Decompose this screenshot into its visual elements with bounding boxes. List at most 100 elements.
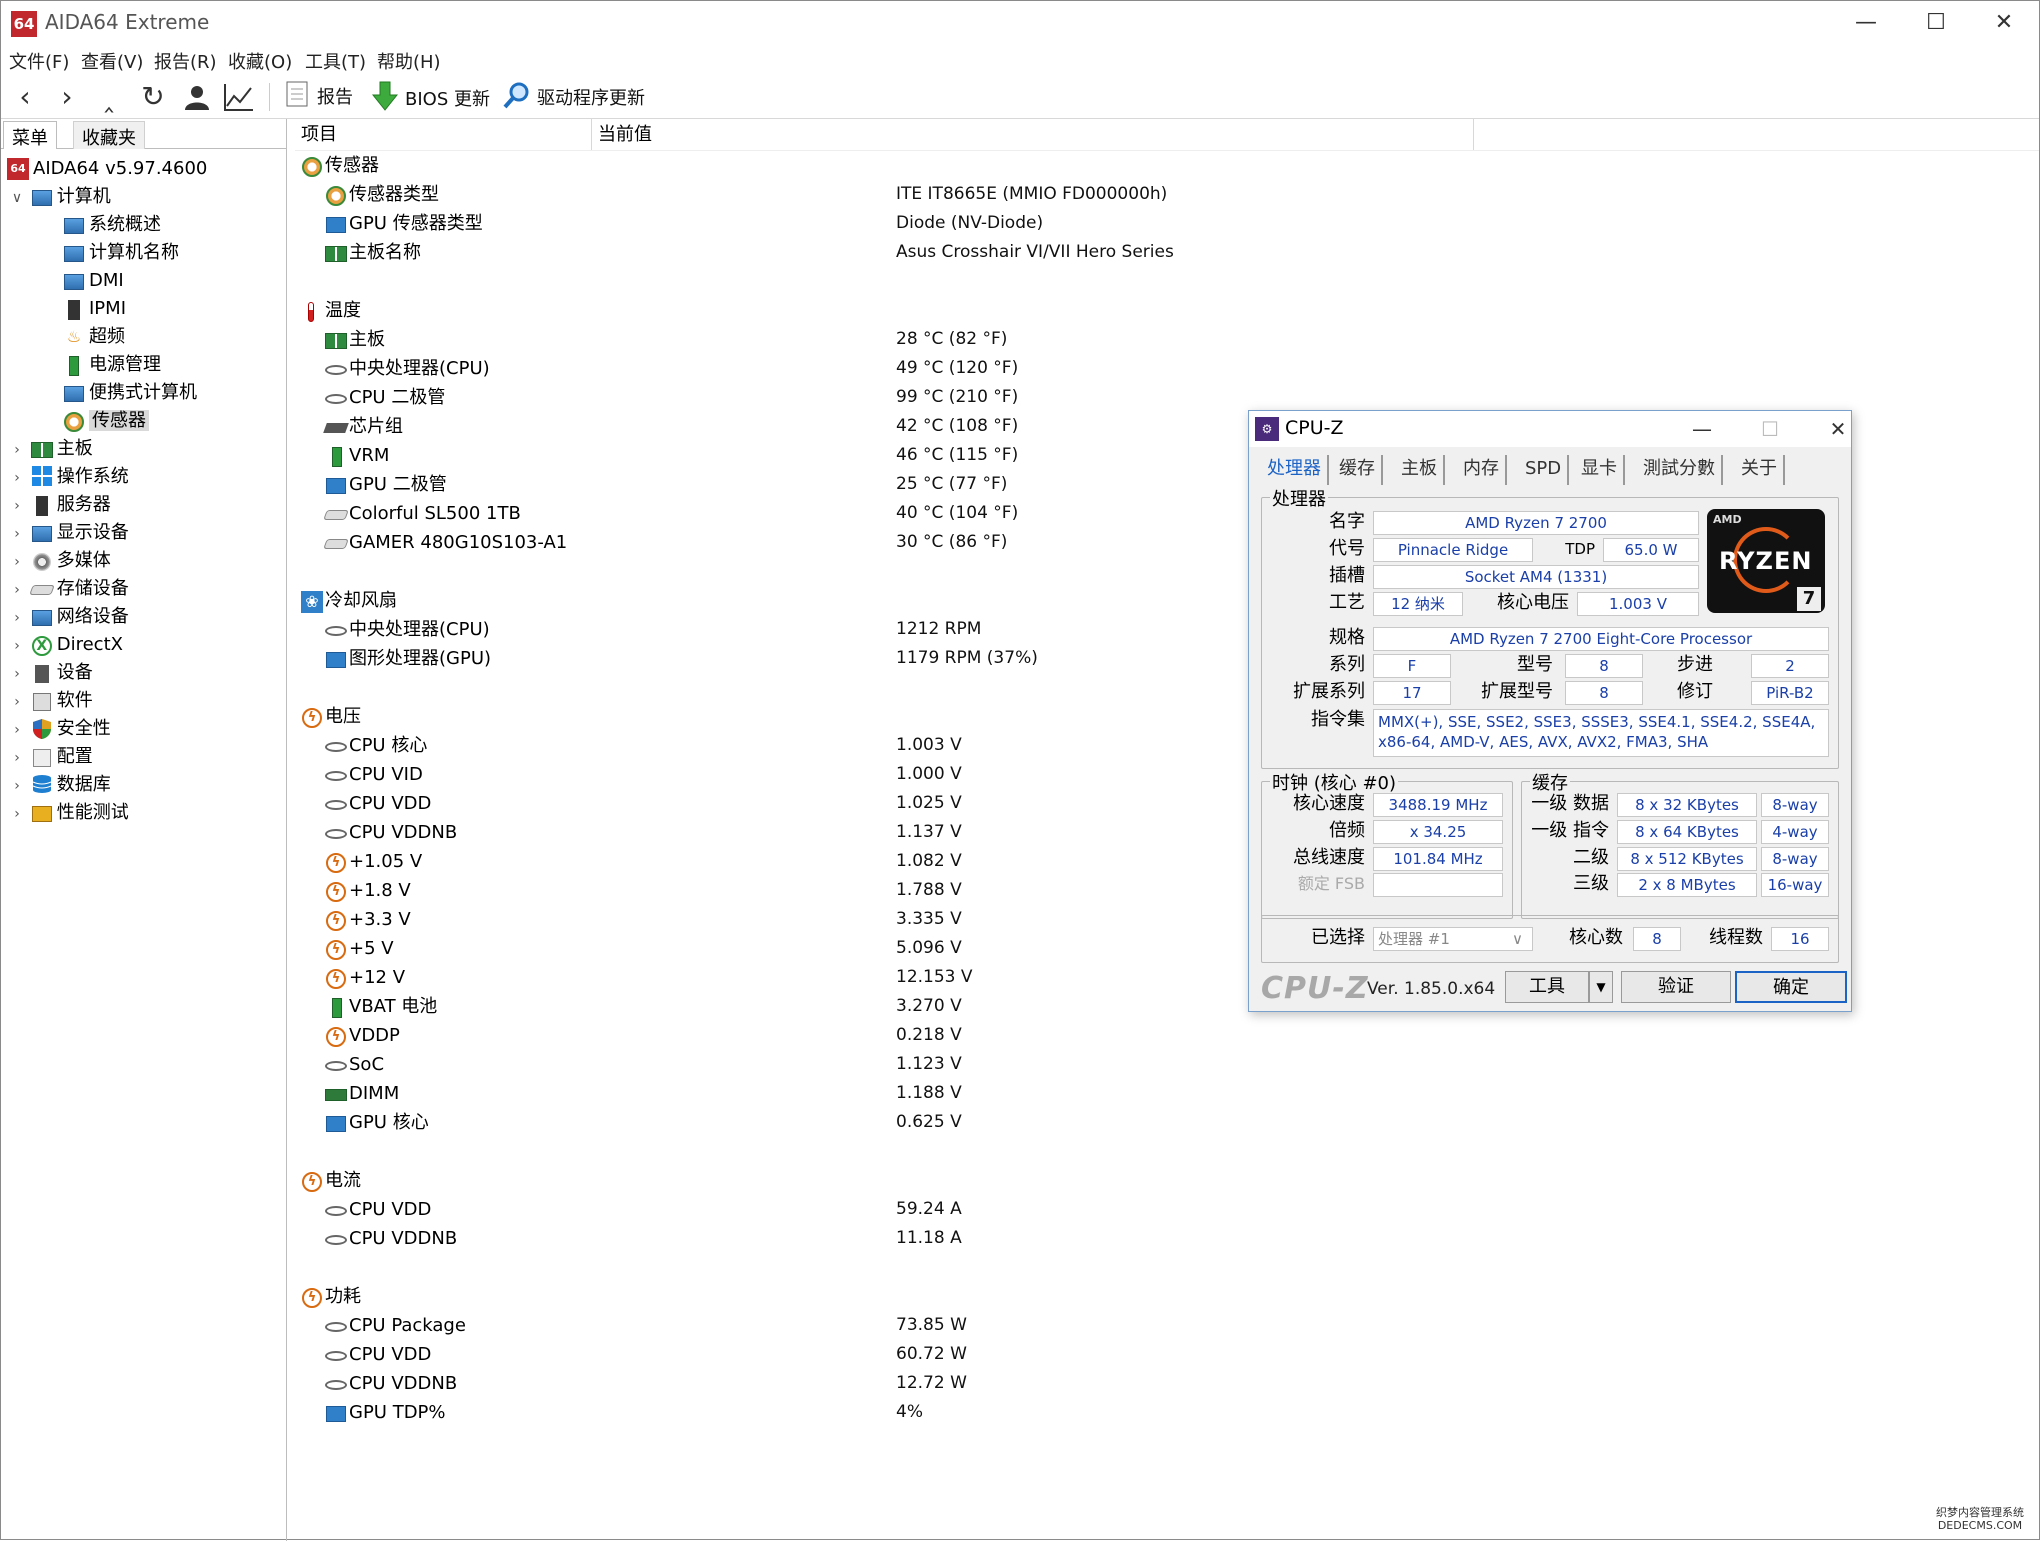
processor-select[interactable]: 处理器 #1 ∨ [1373,927,1533,951]
tree-item-display[interactable]: › 显示设备 [9,519,129,547]
menu-favorites[interactable]: 收藏(O) [228,48,292,74]
tree-item-computer-name[interactable]: 计算机名称 [63,239,179,267]
tree-item-security[interactable]: › 安全性 [9,715,111,743]
tab-about[interactable]: 关于 [1735,455,1785,485]
table-row[interactable]: GPU 传感器类型 [325,209,483,238]
chevron-right-icon[interactable]: › [9,576,25,604]
cpuz-close-button[interactable]: ✕ [1813,413,1863,445]
menu-report[interactable]: 报告(R) [154,48,217,74]
chevron-right-icon[interactable]: › [9,632,25,660]
chevron-right-icon[interactable]: › [9,492,25,520]
column-header-value[interactable]: 当前值 [592,119,1474,151]
tree-root[interactable]: 64 AIDA64 v5.97.4600 [7,155,207,183]
section-sensor[interactable]: 传感器 [301,151,379,180]
tree-item-directx[interactable]: › X DirectX [9,631,123,659]
chevron-right-icon[interactable]: › [9,464,25,492]
table-row[interactable]: Colorful SL500 1TB [323,499,521,528]
tree-item-ipmi[interactable]: IPMI [63,295,126,323]
tree-item-power[interactable]: 电源管理 [63,351,161,379]
table-row[interactable]: ϟ +1.8 V [325,876,411,905]
chevron-left-icon[interactable]: ‹ [7,79,43,115]
table-row[interactable]: 主板 [325,325,385,354]
table-row[interactable]: ϟ +3.3 V [325,905,411,934]
section-fan[interactable]: ❀ 冷却风扇 [301,586,397,615]
chevron-down-icon[interactable]: ∨ [9,184,25,212]
cpuz-window[interactable]: ⚙ CPU-Z — ☐ ✕ 处理器 缓存 主板 内存 SPD 显卡 測試分數 关… [1248,410,1852,1012]
chart-icon[interactable] [221,79,257,115]
tree-item-network[interactable]: › 网络设备 [9,603,129,631]
tab-mainboard[interactable]: 主板 [1395,455,1445,485]
cpuz-minimize-button[interactable]: — [1677,413,1727,445]
tree-item-computer[interactable]: ∨ 计算机 [9,183,111,211]
table-row[interactable]: CPU VDDNB [325,1369,457,1398]
chevron-up-icon[interactable]: ‸ [91,79,127,115]
chevron-right-icon[interactable]: › [9,800,25,828]
tree-item-portable[interactable]: 便携式计算机 [63,379,197,407]
table-row[interactable]: CPU VDD [325,1340,431,1369]
table-row[interactable]: 芯片组 [323,412,403,441]
chevron-right-icon[interactable]: › [9,744,25,772]
tree-item-motherboard[interactable]: › 主板 [9,435,93,463]
bios-update-button[interactable]: BIOS 更新 [371,81,490,113]
tree-item-server[interactable]: › 服务器 [9,491,111,519]
menu-tools[interactable]: 工具(T) [305,48,366,74]
table-row[interactable]: CPU VDD [325,789,431,818]
user-icon[interactable] [179,79,215,115]
menu-file[interactable]: 文件(F) [9,48,69,74]
table-row[interactable]: DIMM [325,1079,399,1108]
table-row[interactable]: CPU 二极管 [325,383,445,412]
table-row[interactable]: 中央处理器(CPU) [325,615,490,644]
table-row[interactable]: SoC [325,1050,384,1079]
validate-button[interactable]: 验证 [1621,971,1731,1003]
section-power[interactable]: ϟ 功耗 [301,1282,361,1311]
close-button[interactable]: ✕ [1969,1,2039,45]
cpuz-title-bar[interactable]: ⚙ CPU-Z — ☐ ✕ [1249,411,1851,447]
tab-graphics[interactable]: 显卡 [1575,455,1625,485]
table-row[interactable]: 中央处理器(CPU) [325,354,490,383]
table-row[interactable]: 图形处理器(GPU) [325,644,491,673]
tools-dropdown-button[interactable]: ▼ [1589,971,1613,1003]
tree-item-os[interactable]: › 操作系统 [9,463,129,491]
menu-view[interactable]: 查看(V) [81,48,143,74]
column-header-item[interactable]: 项目 [295,119,592,151]
table-row[interactable]: ϟ VDDP [325,1021,400,1050]
tree-item-sensor[interactable]: 传感器 [63,407,149,435]
table-row[interactable]: GPU 核心 [325,1108,429,1137]
chevron-right-icon[interactable]: › [49,79,85,115]
tab-memory[interactable]: 内存 [1457,455,1507,485]
tab-menu[interactable]: 菜单 [3,121,57,149]
tools-button[interactable]: 工具 [1505,971,1589,1003]
table-row[interactable]: 主板名称 [325,238,421,267]
chevron-right-icon[interactable]: › [9,436,25,464]
tree-item-system-summary[interactable]: 系统概述 [63,211,161,239]
title-bar[interactable]: 64 AIDA64 Extreme — ☐ ✕ [1,1,2039,45]
chevron-right-icon[interactable]: › [9,716,25,744]
table-row[interactable]: VRM [325,441,389,470]
table-row[interactable]: CPU VDDNB [325,818,457,847]
refresh-icon[interactable]: ↻ [135,79,171,115]
table-row[interactable]: GPU TDP% [325,1398,446,1427]
ok-button[interactable]: 确定 [1735,971,1847,1003]
table-row[interactable]: CPU Package [325,1311,466,1340]
section-current[interactable]: ϟ 电流 [301,1166,361,1195]
chevron-right-icon[interactable]: › [9,604,25,632]
table-row[interactable]: GPU 二极管 [325,470,447,499]
table-row[interactable]: 传感器类型 [325,180,439,209]
minimize-button[interactable]: — [1831,1,1901,45]
table-row[interactable]: CPU VID [325,760,423,789]
tab-favorites[interactable]: 收藏夹 [73,121,145,149]
report-button[interactable]: 报告 [283,81,353,113]
cpuz-maximize-button[interactable]: ☐ [1745,413,1795,445]
chevron-right-icon[interactable]: › [9,660,25,688]
tree-item-config[interactable]: › 配置 [9,743,93,771]
chevron-right-icon[interactable]: › [9,772,25,800]
driver-update-button[interactable]: 驱动程序更新 [503,81,645,113]
chevron-down-icon[interactable]: ∨ [1512,928,1530,950]
tree-item-database[interactable]: › 数据库 [9,771,111,799]
tab-processor[interactable]: 处理器 [1261,455,1329,485]
tree-item-benchmark[interactable]: › 性能测试 [9,799,129,827]
tree-item-dmi[interactable]: DMI [63,267,124,295]
tree-item-software[interactable]: › 软件 [9,687,93,715]
section-temperature[interactable]: 温度 [301,296,361,325]
table-row[interactable]: CPU 核心 [325,731,427,760]
